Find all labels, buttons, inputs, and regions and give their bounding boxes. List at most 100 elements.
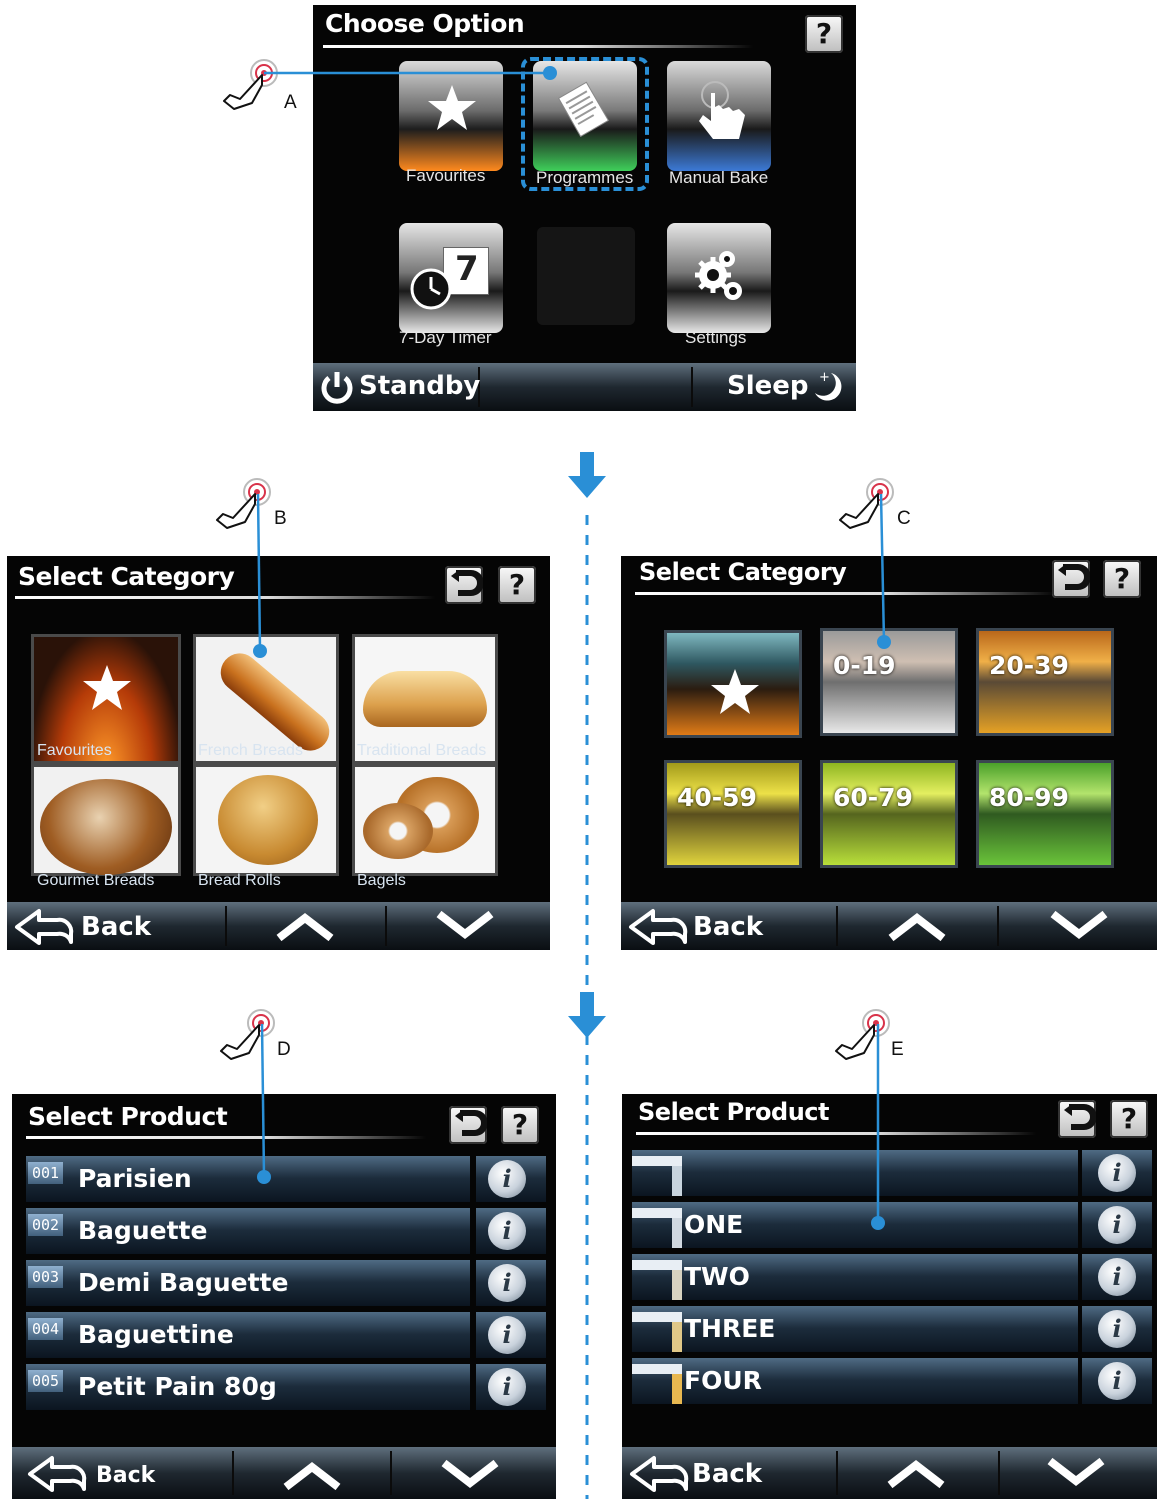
product-row[interactable]: 002 Baguette (26, 1208, 470, 1254)
standby-button[interactable]: Standby (359, 371, 480, 401)
undo-icon (451, 570, 483, 596)
product-row[interactable]: 001 Parisien (26, 1156, 470, 1202)
chevron-down-icon[interactable] (1046, 1457, 1106, 1487)
back-button[interactable]: Back (96, 1463, 155, 1488)
product-row[interactable]: 005 Petit Pain 80g (26, 1364, 470, 1410)
info-icon[interactable]: i (488, 1264, 526, 1302)
chevron-down-icon[interactable] (1049, 910, 1109, 940)
help-button[interactable]: ? (501, 1106, 539, 1144)
info-icon[interactable]: i (1098, 1258, 1136, 1296)
pointing-hand-icon (699, 81, 745, 139)
svg-text:+: + (819, 370, 830, 385)
category-gourmet-breads[interactable] (31, 764, 181, 876)
star-icon (428, 85, 476, 130)
option-label: Programmes (536, 168, 634, 187)
info-icon[interactable]: i (488, 1316, 526, 1354)
back-arrow-icon[interactable] (628, 1455, 692, 1493)
back-button[interactable]: Back (693, 912, 763, 942)
programmes-option[interactable] (533, 61, 637, 171)
help-button[interactable]: ? (1110, 1100, 1148, 1138)
category-bagels[interactable] (352, 764, 498, 876)
range-label: 60-79 (833, 783, 913, 812)
category-label: Gourmet Breads (37, 872, 155, 889)
power-icon (321, 372, 353, 404)
chevron-up-icon[interactable] (275, 912, 335, 942)
undo-button[interactable] (1058, 1100, 1096, 1138)
range-0-19[interactable]: 0-19 (820, 628, 958, 736)
down-arrow-icon (568, 992, 606, 1038)
help-button[interactable]: ? (805, 15, 843, 53)
product-number: 003 (28, 1266, 64, 1288)
info-icon[interactable]: i (1098, 1362, 1136, 1400)
chevron-up-icon[interactable] (887, 912, 947, 942)
undo-button[interactable] (445, 566, 483, 604)
row-marker (632, 1156, 682, 1196)
settings-option[interactable] (667, 223, 771, 333)
info-icon[interactable]: i (488, 1212, 526, 1250)
gears-icon (695, 251, 742, 300)
undo-button[interactable] (449, 1106, 487, 1144)
manual-bake-option[interactable] (667, 61, 771, 171)
seven-day-timer-option[interactable]: 7 (399, 223, 503, 333)
back-arrow-icon[interactable] (13, 908, 77, 946)
product-number: 004 (28, 1318, 64, 1340)
sleep-button[interactable]: Sleep (727, 371, 809, 401)
range-favourites[interactable] (664, 630, 802, 738)
footer-bar: Back (622, 1447, 1157, 1499)
footer-bar: Back (621, 902, 1157, 950)
option-label: Manual Bake (669, 168, 769, 187)
footer-bar: Standby Sleep + (313, 363, 856, 411)
product-row[interactable] (632, 1150, 1078, 1196)
product-name: THREE (684, 1314, 776, 1343)
info-icon[interactable]: i (488, 1368, 526, 1406)
range-label: 0-19 (833, 651, 896, 680)
star-icon (83, 665, 131, 710)
undo-icon (1058, 564, 1090, 590)
help-button[interactable]: ? (498, 566, 536, 604)
info-icon[interactable]: i (488, 1160, 526, 1198)
product-name: FOUR (684, 1366, 762, 1395)
chevron-down-icon[interactable] (440, 1459, 500, 1489)
row-marker (632, 1312, 682, 1352)
back-button[interactable]: Back (692, 1459, 762, 1489)
range-60-79[interactable]: 60-79 (820, 760, 958, 868)
range-label: 80-99 (989, 783, 1069, 812)
product-row[interactable]: FOUR (632, 1358, 1078, 1404)
calendar-digit: 7 (455, 249, 479, 289)
range-20-39[interactable]: 20-39 (976, 628, 1114, 736)
callout-label-a: A (284, 92, 297, 113)
back-button[interactable]: Back (81, 912, 151, 942)
back-arrow-icon[interactable] (26, 1455, 90, 1493)
category-bread-rolls[interactable] (193, 764, 339, 876)
back-arrow-icon[interactable] (627, 908, 691, 946)
product-row[interactable]: 004 Baguettine (26, 1312, 470, 1358)
undo-button[interactable] (1052, 560, 1090, 598)
product-row[interactable]: ONE (632, 1202, 1078, 1248)
product-name: Baguettine (78, 1320, 234, 1349)
title-divider (636, 1132, 1036, 1135)
row-marker (632, 1260, 682, 1300)
favourites-option[interactable] (399, 61, 503, 171)
product-name: Parisien (78, 1164, 192, 1193)
info-icon[interactable]: i (1098, 1206, 1136, 1244)
info-icon[interactable]: i (1098, 1154, 1136, 1192)
info-icon[interactable]: i (1098, 1310, 1136, 1348)
touch-hand-icon (839, 478, 894, 529)
page-title: Choose Option (325, 9, 525, 38)
touch-hand-icon (220, 1009, 275, 1060)
chevron-down-icon[interactable] (435, 910, 495, 940)
chevron-up-icon[interactable] (886, 1459, 946, 1489)
product-name: ONE (684, 1210, 744, 1239)
product-row[interactable]: TWO (632, 1254, 1078, 1300)
help-button[interactable]: ? (1103, 560, 1141, 598)
product-name: Baguette (78, 1216, 208, 1245)
range-80-99[interactable]: 80-99 (976, 760, 1114, 868)
product-row[interactable]: THREE (632, 1306, 1078, 1352)
loaf-image (363, 671, 487, 727)
callout-label-b: B (274, 508, 287, 529)
page-title: Select Product (28, 1102, 228, 1131)
screen-select-product-numbered: Select Product ? ONE TWO THREE FOUR i i … (622, 1094, 1157, 1499)
chevron-up-icon[interactable] (282, 1461, 342, 1491)
product-row[interactable]: 003 Demi Baguette (26, 1260, 470, 1306)
range-40-59[interactable]: 40-59 (664, 760, 802, 868)
